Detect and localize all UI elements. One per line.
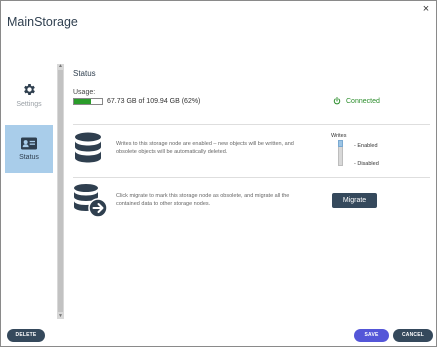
sidebar-item-label: Status <box>19 154 39 161</box>
id-card-icon <box>21 137 37 150</box>
writes-option-disabled[interactable]: - Disabled <box>354 161 379 167</box>
writes-toggle-knob[interactable] <box>338 140 343 147</box>
sidebar: Settings Status <box>5 73 53 173</box>
sidebar-item-label: Settings <box>16 101 42 108</box>
sidebar-item-settings[interactable]: Settings <box>5 73 53 117</box>
usage-progress-bar <box>73 98 103 105</box>
connection-status-text: Connected <box>346 97 380 105</box>
sidebar-item-status[interactable]: Status <box>5 125 53 173</box>
writes-label: Writes <box>331 133 347 139</box>
writes-description: Writes to this storage node are enabled … <box>116 141 294 155</box>
usage-progress-fill <box>74 99 92 104</box>
connection-status: Connected <box>333 97 380 105</box>
section-title: Status <box>73 69 96 78</box>
writes-option-enabled[interactable]: - Enabled <box>354 143 378 149</box>
migrate-button[interactable]: Migrate <box>332 193 377 208</box>
database-migrate-icon <box>74 184 108 218</box>
writes-toggle[interactable] <box>338 140 343 166</box>
scroll-down-icon[interactable]: ▼ <box>58 314 63 319</box>
gear-icon <box>23 84 35 95</box>
cancel-button[interactable]: CANCEL <box>393 329 433 342</box>
delete-button[interactable]: DELETE <box>7 329 45 342</box>
scrollbar-thumb[interactable] <box>58 70 63 312</box>
database-icon <box>75 132 101 163</box>
scroll-up-icon[interactable]: ▲ <box>58 64 63 69</box>
migrate-description: Click migrate to mark this storage node … <box>116 193 290 207</box>
divider <box>73 177 430 178</box>
power-icon <box>333 97 341 105</box>
save-button[interactable]: SAVE <box>354 329 389 342</box>
usage-label: Usage: <box>73 89 96 96</box>
vertical-scrollbar[interactable]: ▲ ▼ <box>57 64 64 319</box>
dialog-title: MainStorage <box>7 15 78 29</box>
divider <box>73 124 430 125</box>
storage-dialog: MainStorage × Settings Status ▲ ▼ Status… <box>0 0 437 347</box>
usage-text: 67.73 GB of 109.94 GB (62%) <box>107 98 201 105</box>
close-icon[interactable]: × <box>420 3 432 15</box>
